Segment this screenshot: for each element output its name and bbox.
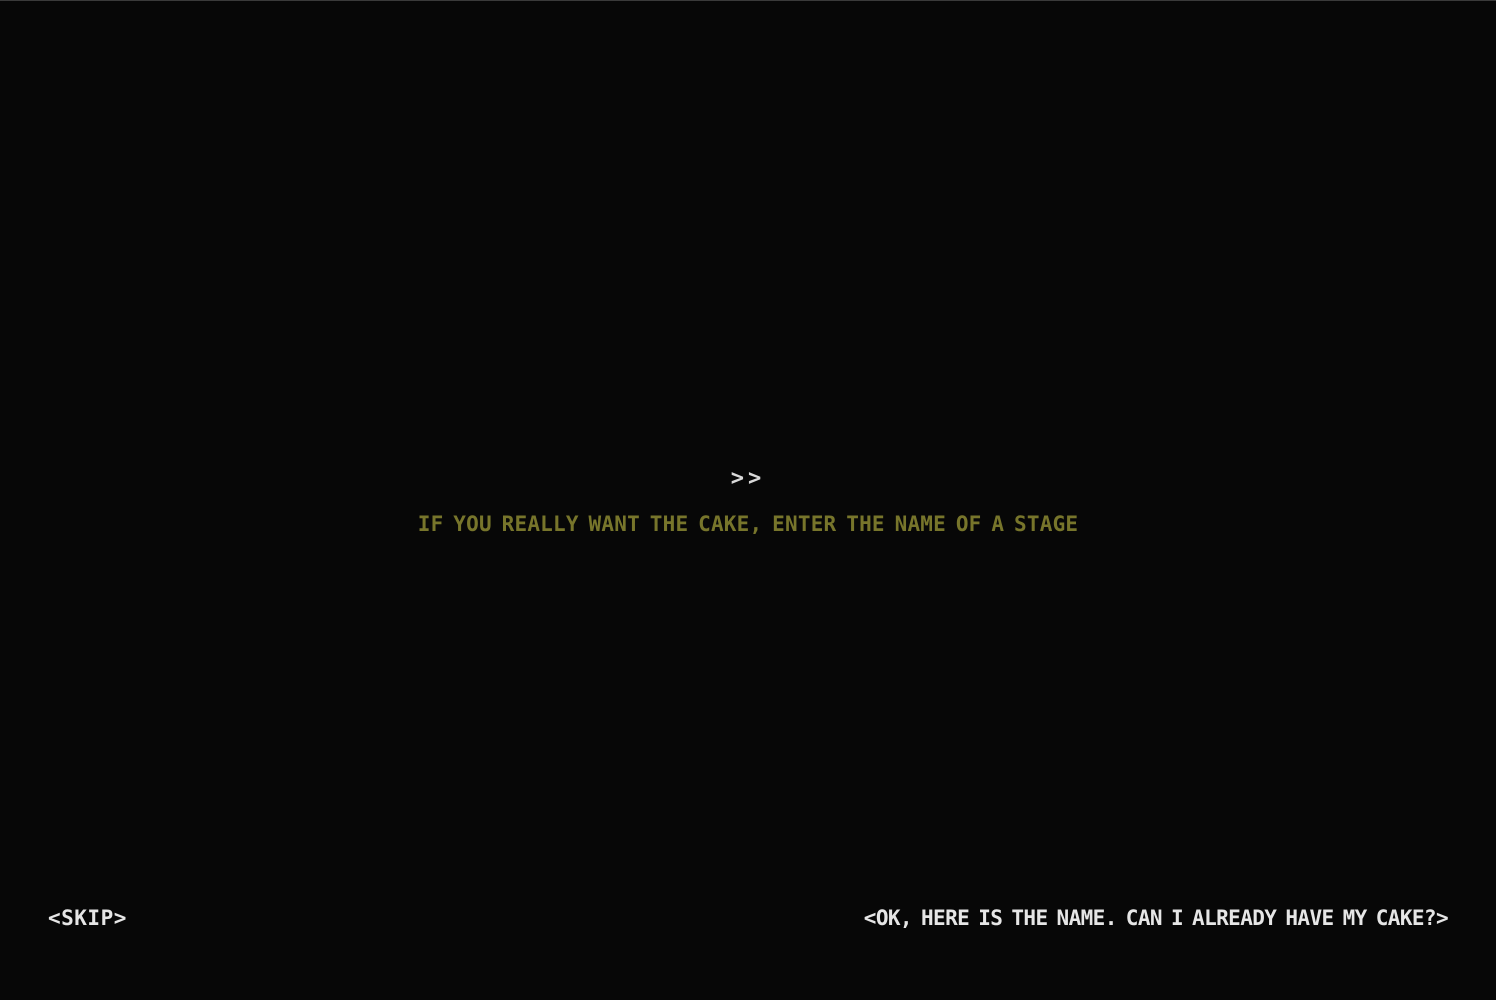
- skip-button[interactable]: <SKIP>: [48, 905, 127, 931]
- name-input-prompt[interactable]: >>: [0, 467, 1496, 491]
- game-screen: >> IF YOU REALLY WANT THE CAKE, ENTER TH…: [0, 0, 1496, 1000]
- confirm-name-button[interactable]: <OK, HERE IS THE NAME. CAN I ALREADY HAV…: [864, 905, 1449, 931]
- instruction-message: IF YOU REALLY WANT THE CAKE, ENTER THE N…: [417, 512, 1079, 536]
- prompt-text: >>: [730, 466, 766, 491]
